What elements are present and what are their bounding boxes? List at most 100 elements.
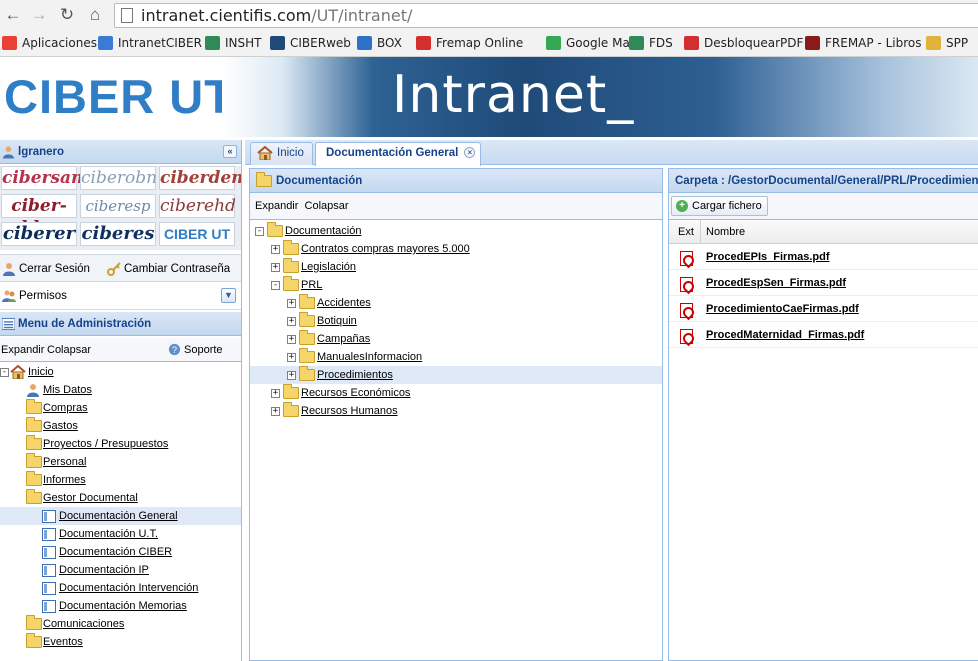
admin-menu-item[interactable]: Documentación U.T. xyxy=(0,525,241,543)
bookmark-item[interactable]: DesbloquearPDF xyxy=(684,34,803,52)
file-name-link[interactable]: ProcedimientoCaeFirmas.pdf xyxy=(706,303,859,315)
expand-all-button[interactable]: Expandir xyxy=(1,338,44,362)
collapse-folders-button[interactable]: Colapsar xyxy=(305,200,349,212)
expand-node-icon[interactable]: + xyxy=(287,371,296,380)
folder-tree-item[interactable]: + Accidentes xyxy=(250,294,662,312)
folder-tree-item[interactable]: + Botiquin xyxy=(250,312,662,330)
folder-tree-item[interactable]: + ManualesInformacion xyxy=(250,348,662,366)
permissions-button[interactable]: Permisos xyxy=(2,288,67,304)
change-password-button[interactable]: Cambiar Contraseña xyxy=(107,261,230,277)
expand-node-icon[interactable]: + xyxy=(271,263,280,272)
admin-menu-item[interactable]: -Gestor Documental xyxy=(0,489,241,507)
folder-tree-item[interactable]: - PRL xyxy=(250,276,662,294)
bookmark-item[interactable]: CIBERweb xyxy=(270,34,351,52)
logo-ciberer[interactable]: ciberer xyxy=(1,222,77,246)
admin-menu-item[interactable]: +Gastos xyxy=(0,417,241,435)
logo-ciberehd[interactable]: ciberehd xyxy=(159,194,236,218)
collapse-node-icon[interactable]: - xyxy=(255,227,264,236)
bookmark-item[interactable]: SPP xyxy=(926,34,968,52)
fremap-icon xyxy=(416,36,431,50)
close-tab-icon[interactable]: × xyxy=(464,147,476,158)
logo-ciber-bbn[interactable]: ciber-bbn xyxy=(1,194,77,238)
tab-inicio[interactable]: Inicio xyxy=(250,142,313,165)
folder-icon xyxy=(283,258,299,273)
expand-node-icon[interactable]: + xyxy=(271,245,280,254)
logo-ciberes[interactable]: ciberes xyxy=(80,222,156,246)
bookmark-item[interactable]: FDS xyxy=(629,34,673,52)
tab-documentacion-general[interactable]: Documentación General × xyxy=(315,142,482,166)
admin-menu-item[interactable]: +Proyectos / Presupuestos xyxy=(0,435,241,453)
expand-node-icon[interactable]: + xyxy=(287,353,296,362)
bookmark-item[interactable]: Aplicaciones xyxy=(2,34,97,52)
file-name-link[interactable]: ProcedEspSen_Firmas.pdf xyxy=(706,277,846,289)
folder-icon xyxy=(299,312,315,327)
forward-arrow-icon[interactable]: → xyxy=(28,4,50,26)
pdf-icon xyxy=(680,251,693,266)
file-name-link[interactable]: ProcedMaternidad_Firmas.pdf xyxy=(706,329,864,341)
file-name-link[interactable]: ProcedEPIs_Firmas.pdf xyxy=(706,251,830,263)
collapse-sidebar-icon[interactable]: « xyxy=(223,145,237,158)
logo-ciberesp[interactable]: ciberesp xyxy=(80,194,156,218)
site-logo[interactable]: CIBER UT xyxy=(4,69,234,124)
support-button[interactable]: ? Soporte xyxy=(168,338,223,362)
column-ext[interactable]: Ext xyxy=(669,220,701,244)
users-icon xyxy=(2,290,16,302)
svg-text:?: ? xyxy=(172,345,177,355)
admin-menu-item[interactable]: +Personal xyxy=(0,453,241,471)
folder-tree-item[interactable]: + Recursos Económicos xyxy=(250,384,662,402)
collapse-node-icon[interactable]: - xyxy=(0,368,9,377)
bookmark-item[interactable]: BOX xyxy=(357,34,402,52)
logo-ciberdem[interactable]: ciberdem xyxy=(159,166,241,190)
admin-menu-item[interactable]: Documentación CIBER xyxy=(0,543,241,561)
folder-tree-item[interactable]: + Procedimientos xyxy=(250,366,662,384)
bookmark-item[interactable]: Fremap Online xyxy=(416,34,523,52)
expand-node-icon[interactable]: + xyxy=(287,299,296,308)
file-row[interactable]: ProcedMaternidad_Firmas.pdf xyxy=(669,322,978,348)
expand-node-icon[interactable]: + xyxy=(287,317,296,326)
admin-menu-item[interactable]: Mis Datos xyxy=(0,381,241,399)
admin-menu-item[interactable]: - Inicio xyxy=(0,363,241,381)
folder-icon xyxy=(267,222,283,237)
folder-tree-item[interactable]: + Contratos compras mayores 5.000 xyxy=(250,240,662,258)
file-row[interactable]: ProcedEspSen_Firmas.pdf xyxy=(669,270,978,296)
logo-cibersam[interactable]: cibersam xyxy=(1,166,89,190)
folder-tree-item[interactable]: - Documentación xyxy=(250,222,662,240)
admin-menu-item[interactable]: Documentación IP xyxy=(0,561,241,579)
admin-menu-item[interactable]: Documentación Intervención xyxy=(0,579,241,597)
bookmark-item[interactable]: IntranetCIBER xyxy=(98,34,202,52)
expand-node-icon[interactable]: + xyxy=(287,335,296,344)
expand-folders-button[interactable]: Expandir xyxy=(255,200,298,212)
address-bar[interactable]: intranet.cientifis.com/UT/intranet/ xyxy=(114,3,978,28)
expand-node-icon[interactable]: + xyxy=(271,389,280,398)
bookmark-item[interactable]: INSHT xyxy=(205,34,262,52)
collapse-node-icon[interactable]: - xyxy=(271,281,280,290)
upload-file-button[interactable]: + Cargar fichero xyxy=(671,196,768,216)
document-icon xyxy=(42,564,56,577)
collapse-all-button[interactable]: Colapsar xyxy=(47,338,91,362)
folder-tree-item[interactable]: + Legislación xyxy=(250,258,662,276)
pdf-icon xyxy=(680,277,693,292)
file-row[interactable]: ProcedEPIs_Firmas.pdf xyxy=(669,244,978,270)
admin-menu-item[interactable]: +Informes xyxy=(0,471,241,489)
folder-tree-item[interactable]: + Campañas xyxy=(250,330,662,348)
expand-node-icon[interactable]: + xyxy=(271,407,280,416)
back-arrow-icon[interactable]: ← xyxy=(2,4,24,26)
home-icon[interactable]: ⌂ xyxy=(84,4,106,26)
logout-button[interactable]: Cerrar Sesión xyxy=(2,261,90,277)
admin-menu-item[interactable]: Documentación Memorias xyxy=(0,597,241,615)
admin-menu-item[interactable]: +Compras xyxy=(0,399,241,417)
file-row[interactable]: ProcedimientoCaeFirmas.pdf xyxy=(669,296,978,322)
admin-menu-item[interactable]: +Comunicaciones xyxy=(0,615,241,633)
banner-title: Intranet_ xyxy=(392,65,635,125)
folder-tree-item-label: ManualesInformacion xyxy=(317,351,423,363)
reload-icon[interactable]: ↻ xyxy=(56,4,78,26)
admin-menu-item[interactable]: +Eventos xyxy=(0,633,241,651)
column-name[interactable]: Nombre xyxy=(702,220,745,244)
admin-menu-item[interactable]: Documentación General xyxy=(0,507,241,525)
logo-ciber-ut[interactable]: CIBER UT xyxy=(159,222,235,246)
folder-tree-item-label: PRL xyxy=(301,279,323,291)
permissions-dropdown-icon[interactable]: ▼ xyxy=(221,288,236,303)
logo-ciberobn[interactable]: ciberobn xyxy=(80,166,157,190)
folder-tree-item[interactable]: + Recursos Humanos xyxy=(250,402,662,420)
bookmark-item[interactable]: FREMAP - Libros xyxy=(805,34,921,52)
